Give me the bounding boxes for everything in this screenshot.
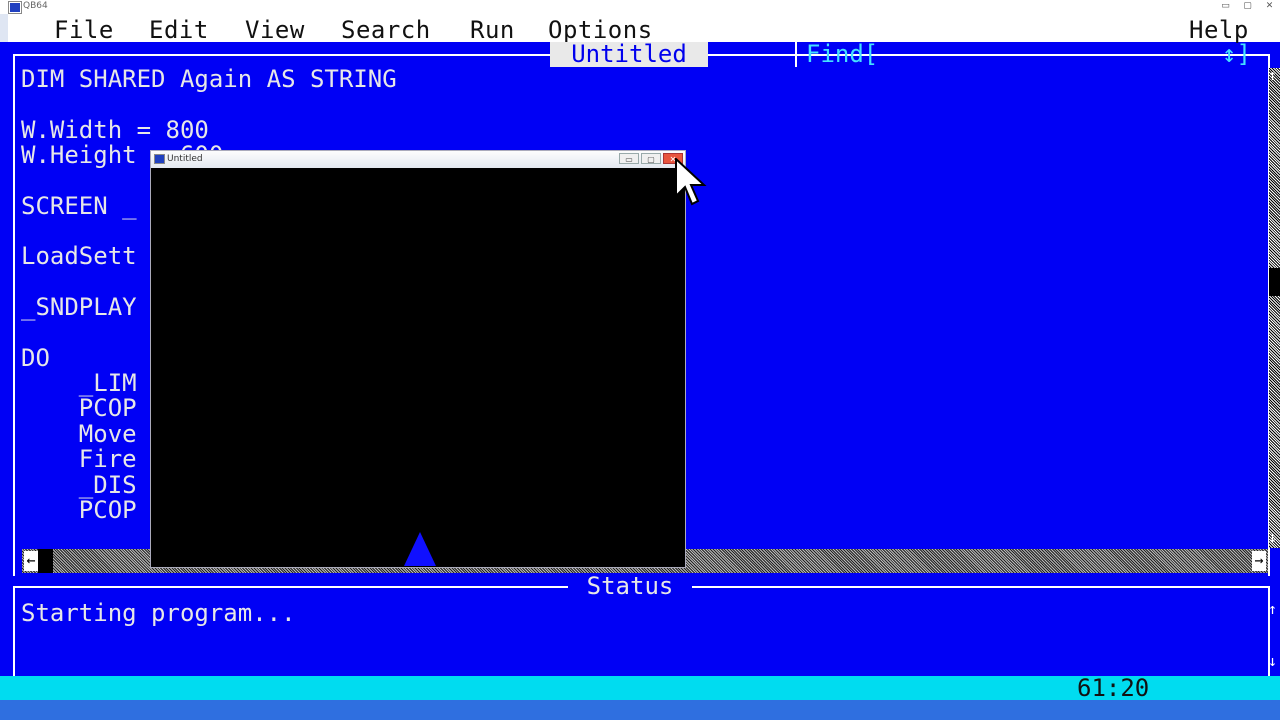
mouse-cursor-icon	[675, 158, 707, 206]
menu-view[interactable]: View	[245, 16, 305, 44]
code-line[interactable]: PCOP	[21, 396, 137, 421]
code-line[interactable]: _LIM	[21, 371, 137, 396]
maximize-icon[interactable]: ▢	[1239, 1, 1256, 12]
taskbar-strip	[0, 700, 1280, 720]
vertical-scrollbar[interactable]	[1269, 68, 1280, 548]
qb64-app-icon	[8, 1, 22, 14]
scroll-up-icon[interactable]: ↑	[1268, 66, 1277, 84]
scroll-down-icon[interactable]: ↓	[1268, 528, 1277, 546]
code-line[interactable]: PCOP	[21, 498, 137, 523]
status-message: Starting program...	[21, 599, 296, 627]
program-app-icon	[154, 154, 165, 164]
program-minimize-icon[interactable]: ▭	[619, 153, 639, 164]
menu-bar: File Edit View Search Run Options Help	[0, 14, 1280, 44]
code-line[interactable]: DIM SHARED Again AS STRING	[21, 67, 397, 92]
menu-search[interactable]: Search	[341, 16, 431, 44]
cursor-position: 61:20	[1077, 674, 1150, 702]
status-scroll-down-icon[interactable]: ↓	[1268, 652, 1277, 670]
minimize-icon[interactable]: ▭	[1217, 1, 1234, 12]
os-titlebar: QB64 ▭ ▢ ✕	[0, 0, 1280, 14]
status-title: Status	[568, 574, 692, 599]
editor-title: Untitled	[550, 42, 708, 67]
code-line[interactable]: Fire	[21, 447, 137, 472]
horizontal-scroll-thumb[interactable]	[38, 549, 53, 573]
vertical-scroll-thumb[interactable]	[1269, 268, 1280, 296]
find-field[interactable]: Find[	[795, 42, 878, 67]
scroll-left-icon[interactable]: ←	[24, 551, 38, 571]
program-output-window[interactable]: Untitled ▭ ▢ ✕	[150, 150, 686, 568]
code-line[interactable]: _DIS	[21, 473, 137, 498]
program-titlebar[interactable]: Untitled ▭ ▢ ✕	[151, 151, 685, 168]
scroll-right-icon[interactable]: →	[1252, 551, 1266, 571]
program-maximize-icon[interactable]: ▢	[641, 153, 661, 164]
code-line[interactable]: _SNDPLAY	[21, 295, 137, 320]
menu-edit[interactable]: Edit	[149, 16, 209, 44]
status-scroll-up-icon[interactable]: ↑	[1268, 600, 1277, 618]
code-line[interactable]: W.Width = 800	[21, 118, 209, 143]
code-line[interactable]: SCREEN _	[21, 194, 137, 219]
code-line[interactable]: DO	[21, 346, 50, 371]
code-line[interactable]: Move	[21, 422, 137, 447]
menu-file[interactable]: File	[54, 16, 114, 44]
close-icon[interactable]: ✕	[1261, 1, 1278, 12]
code-line[interactable]: LoadSett	[21, 244, 137, 269]
program-window-title: Untitled	[167, 154, 203, 164]
player-ship-triangle	[404, 532, 436, 566]
menu-run[interactable]: Run	[470, 16, 515, 44]
updown-arrows-icon[interactable]: ↕]	[1222, 42, 1251, 67]
os-window-title: QB64	[23, 1, 48, 11]
